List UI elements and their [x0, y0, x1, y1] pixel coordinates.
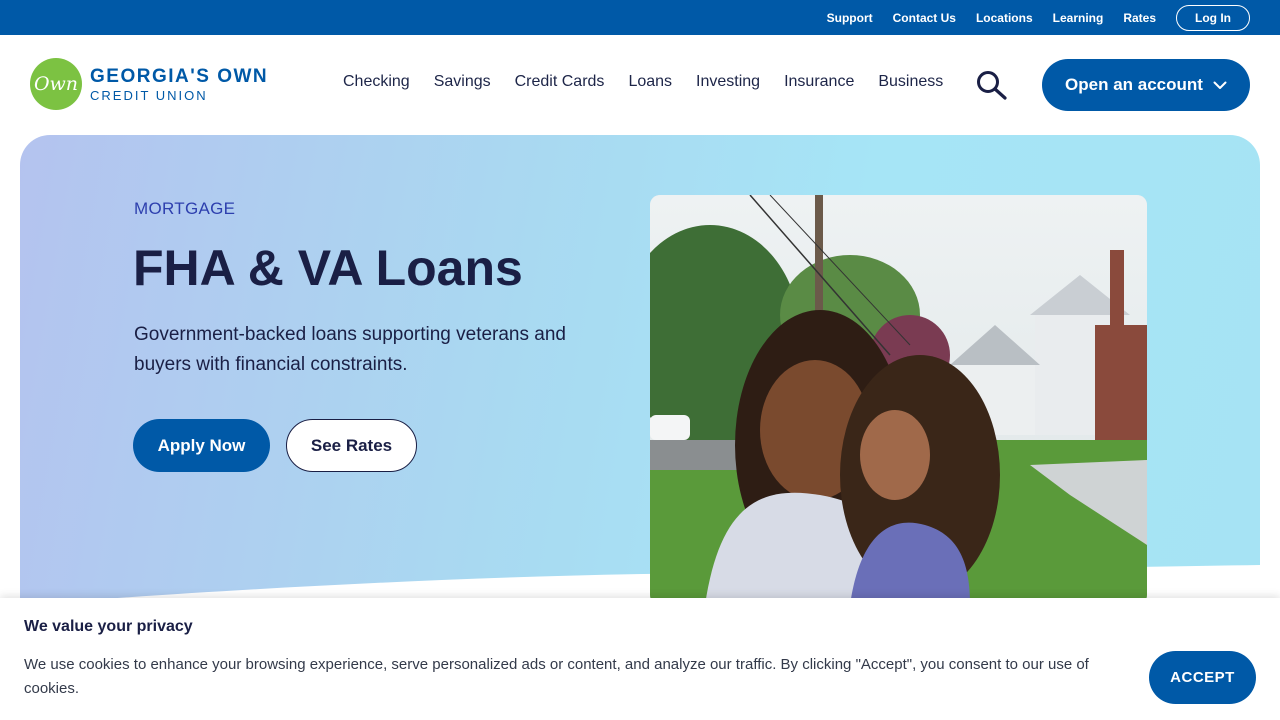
utility-link-support[interactable]: Support	[827, 11, 873, 25]
hero-image-illustration	[650, 195, 1147, 605]
hero-subtitle: Government-backed loans supporting veter…	[134, 324, 566, 375]
utility-link-learning[interactable]: Learning	[1053, 11, 1104, 25]
nav-item-insurance[interactable]: Insurance	[784, 73, 854, 91]
open-account-button[interactable]: Open an account	[1042, 59, 1250, 111]
see-rates-button[interactable]: See Rates	[286, 419, 417, 472]
cookie-banner-title: We value your privacy	[24, 618, 193, 635]
page-title: FHA & VA Loans	[133, 240, 523, 296]
nav-item-checking[interactable]: Checking	[343, 73, 410, 91]
logo-mark: Own	[30, 58, 82, 110]
login-button[interactable]: Log In	[1176, 4, 1250, 31]
nav-item-loans[interactable]: Loans	[628, 73, 672, 91]
logo[interactable]: Own GEORGIA'S OWN CREDIT UNION	[30, 58, 268, 110]
utility-link-rates[interactable]: Rates	[1123, 11, 1156, 25]
logo-line-2: CREDIT UNION	[90, 87, 208, 103]
logo-wordmark: GEORGIA'S OWN CREDIT UNION	[90, 67, 268, 102]
search-icon[interactable]	[975, 70, 1009, 100]
utility-link-contact-us[interactable]: Contact Us	[893, 11, 956, 25]
hero-image	[650, 195, 1147, 605]
nav-item-credit-cards[interactable]: Credit Cards	[515, 73, 605, 91]
apply-now-button[interactable]: Apply Now	[133, 419, 270, 472]
logo-line-1: GEORGIA'S OWN	[90, 65, 269, 87]
utility-link-locations[interactable]: Locations	[976, 11, 1033, 25]
main-nav: Own GEORGIA'S OWN CREDIT UNION Checking …	[0, 35, 1280, 135]
open-account-label: Open an account	[1065, 75, 1203, 94]
primary-nav-links: Checking Savings Credit Cards Loans Inve…	[331, 73, 955, 91]
accept-cookies-button[interactable]: ACCEPT	[1149, 651, 1256, 704]
hero-eyebrow: MORTGAGE	[134, 199, 236, 218]
nav-item-investing[interactable]: Investing	[696, 73, 760, 91]
cookie-banner-text: We use cookies to enhance your browsing …	[24, 656, 1089, 697]
cookie-banner: We value your privacy We use cookies to …	[0, 598, 1280, 720]
nav-item-business[interactable]: Business	[878, 73, 943, 91]
chevron-down-icon	[1213, 81, 1227, 89]
nav-item-savings[interactable]: Savings	[434, 73, 491, 91]
utility-bar: Support Contact Us Locations Learning Ra…	[0, 0, 1280, 35]
